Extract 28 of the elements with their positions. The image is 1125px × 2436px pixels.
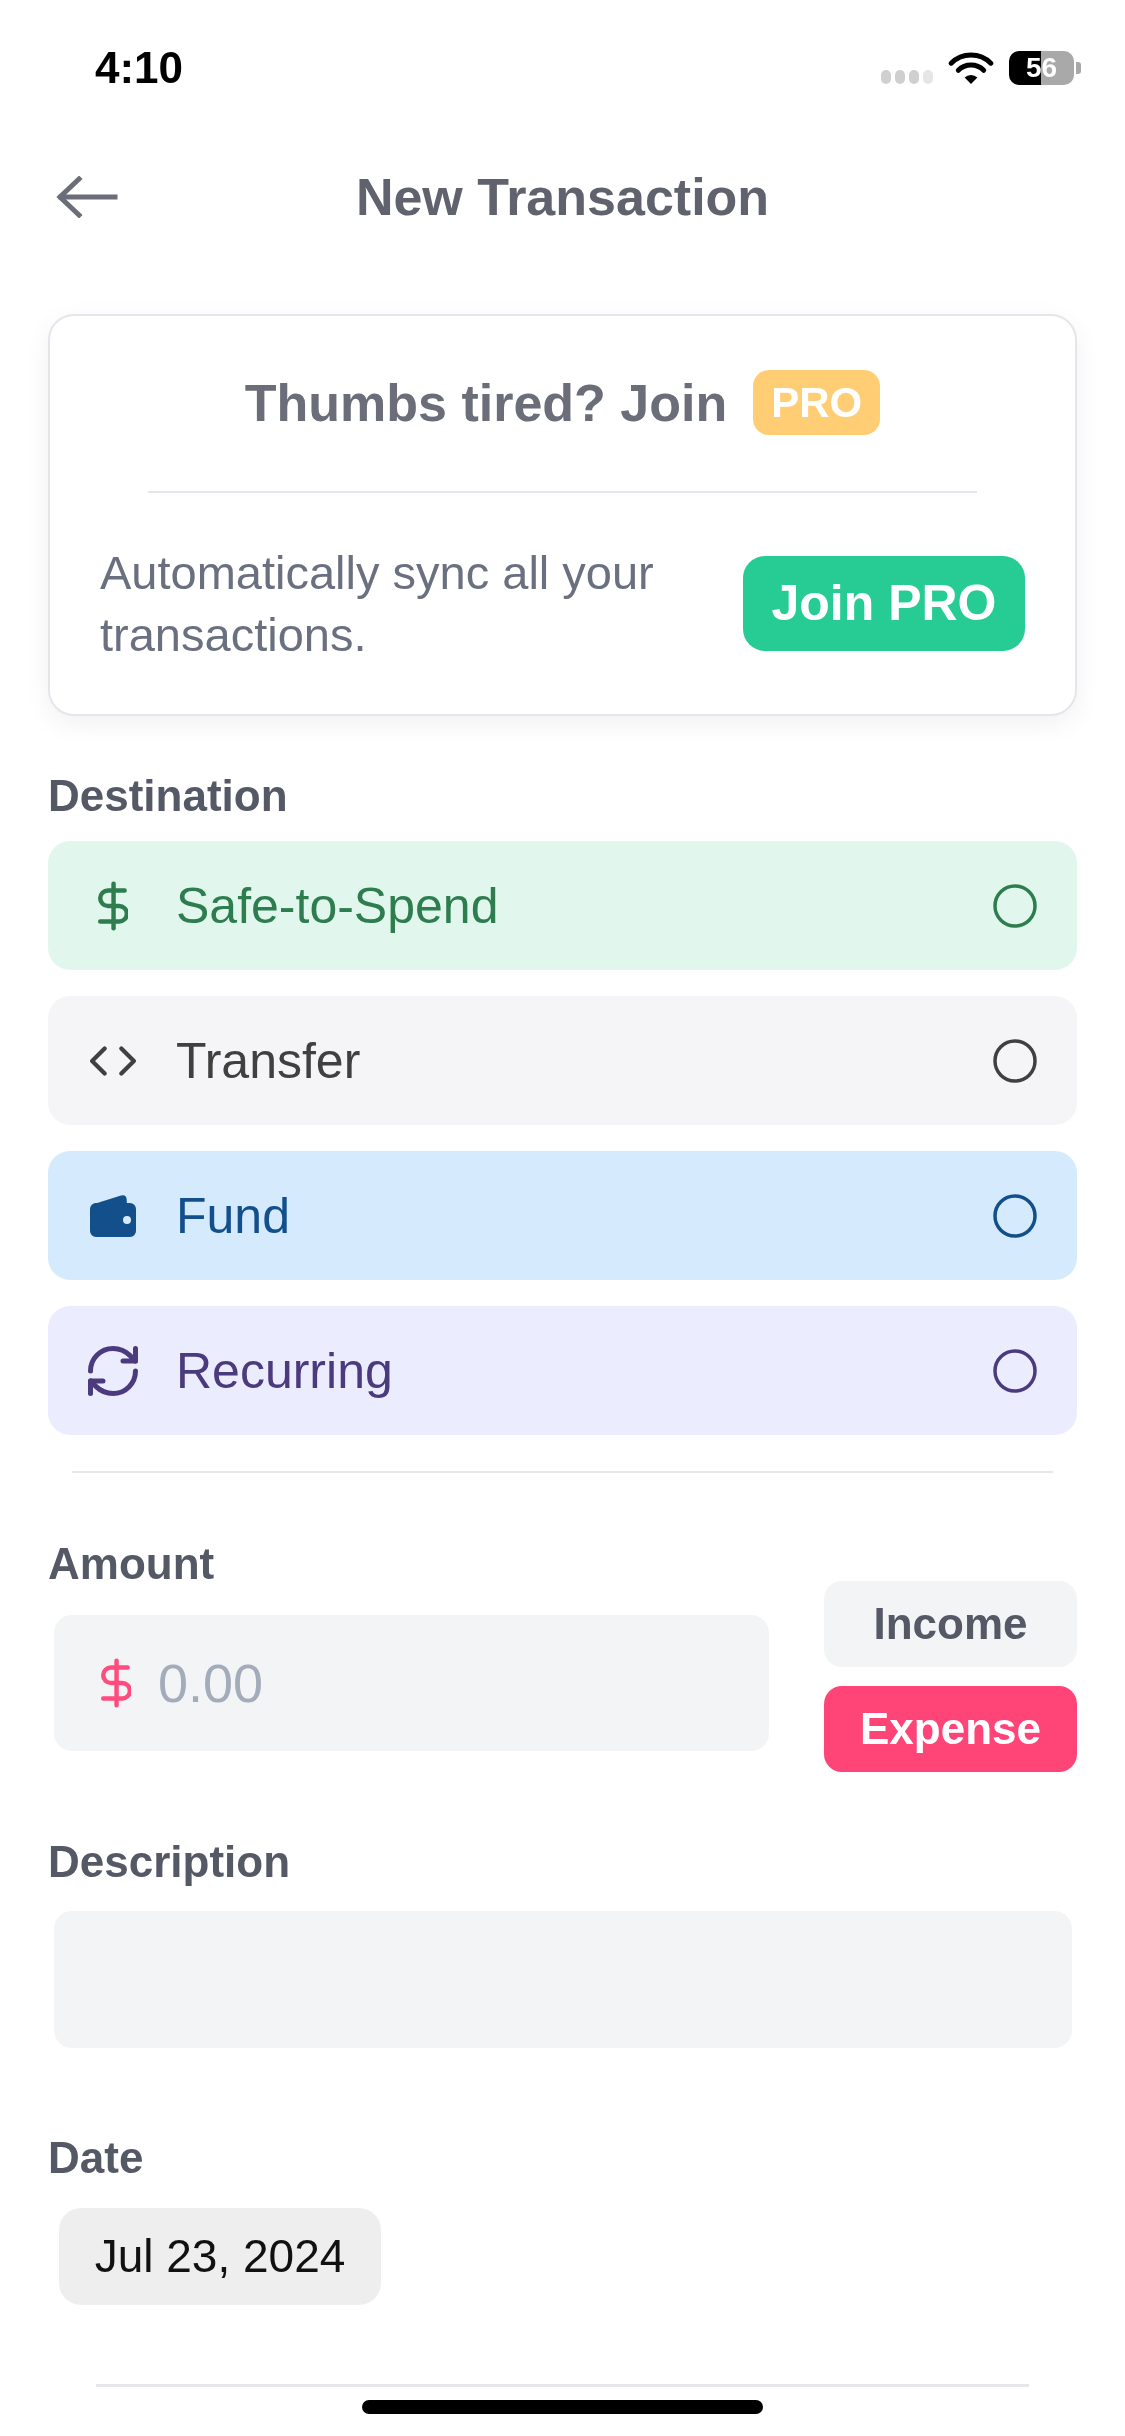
signal-icon: [881, 70, 933, 84]
field-label: Destination: [48, 772, 288, 820]
promo-text: Automatically sync all your transactions.: [100, 544, 655, 663]
date-button[interactable]: Jul 23, 2024: [59, 2208, 381, 2305]
amount-field[interactable]: 0.00: [54, 1615, 769, 1751]
screen-title: New Transaction: [355, 167, 770, 227]
field-label: Description: [48, 1838, 291, 1886]
battery-tip-icon: [1076, 62, 1081, 74]
pro-badge: PRO: [753, 370, 881, 435]
destination-option[interactable]: Recurring: [48, 1306, 1077, 1435]
dollar-sign-icon: [101, 1658, 131, 1708]
status-time: 4:10: [95, 44, 184, 92]
angle-brackets-icon: [90, 1044, 136, 1077]
field-label: Date: [48, 2134, 144, 2182]
wifi-icon: [948, 51, 994, 85]
destination-option[interactable]: Fund: [48, 1151, 1077, 1280]
refresh-icon: [88, 1345, 138, 1396]
radio-button[interactable]: [993, 883, 1037, 928]
wallet-icon: [90, 1194, 136, 1237]
field-label: Amount: [48, 1540, 215, 1588]
type-toggle-button[interactable]: Income: [824, 1581, 1077, 1667]
promo-title: Thumbs tired? Join: [244, 372, 728, 433]
dollar-sign-icon: [98, 880, 128, 931]
radio-button[interactable]: [993, 1193, 1037, 1238]
destination-option[interactable]: Safe-to-Spend: [48, 841, 1077, 970]
destination-option[interactable]: Transfer: [48, 996, 1077, 1125]
radio-button[interactable]: [993, 1348, 1037, 1393]
radio-button[interactable]: [993, 1038, 1037, 1083]
